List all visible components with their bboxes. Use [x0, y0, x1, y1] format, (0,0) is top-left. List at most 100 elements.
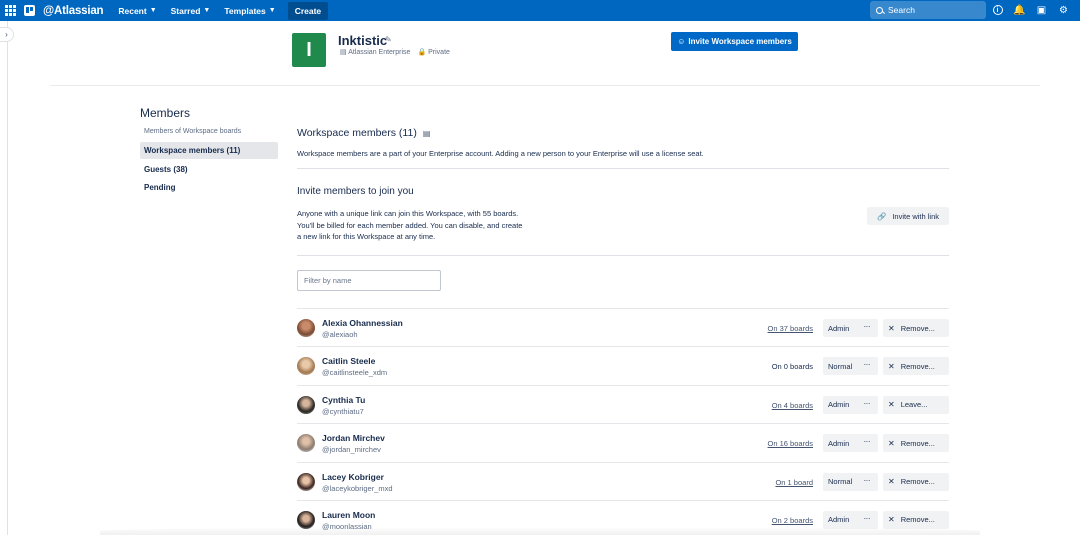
member-name[interactable]: Alexia Ohannessian: [322, 318, 403, 328]
leave-workspace-label: Leave...: [900, 400, 928, 410]
notifications-button[interactable]: 🔔: [1012, 2, 1027, 18]
members-list: Alexia Ohannessian @alexiaoh On 37 board…: [297, 308, 949, 535]
remove-member-button[interactable]: ✕ Remove...: [883, 357, 949, 376]
top-nav: @Atlassian Recent ▼ Starred ▼ Templates …: [0, 0, 1080, 21]
close-icon: ✕: [888, 477, 895, 487]
expand-sidebar-button[interactable]: ›: [0, 27, 14, 42]
remove-member-label: Remove...: [900, 361, 935, 371]
menu-item-pending[interactable]: Pending: [140, 179, 278, 196]
trello-logo-icon[interactable]: [24, 5, 35, 16]
members-title: Members: [140, 106, 191, 120]
lock-icon: 🔒: [417, 49, 427, 56]
member-role-label: Admin: [828, 400, 850, 410]
settings-button[interactable]: ⚙: [1056, 2, 1071, 18]
remove-member-label: Remove...: [900, 515, 935, 525]
chevron-down-icon: ▼: [149, 7, 157, 14]
info-button[interactable]: i: [990, 2, 1005, 18]
member-boards-link[interactable]: On 16 boards: [768, 439, 813, 448]
member-boards-link[interactable]: On 4 boards: [772, 401, 813, 410]
enterprise-icon: ▤: [340, 49, 347, 56]
avatar[interactable]: [297, 357, 315, 376]
menu-item-guests[interactable]: Guests (38): [140, 161, 278, 178]
member-role-button[interactable]: Normal ···: [823, 357, 878, 376]
remove-member-label: Remove...: [900, 323, 935, 333]
search-input[interactable]: Search: [870, 1, 986, 19]
member-role-label: Admin: [828, 515, 850, 525]
nav-starred-menu[interactable]: Starred ▼: [171, 6, 211, 16]
section-divider: [297, 255, 949, 256]
member-name[interactable]: Lacey Kobriger: [322, 472, 384, 482]
nav-templates-menu[interactable]: Templates ▼: [224, 6, 275, 16]
avatar[interactable]: [297, 434, 315, 453]
remove-member-button[interactable]: ✕ Remove...: [883, 510, 949, 529]
leave-workspace-button[interactable]: ✕ Leave...: [883, 395, 949, 414]
workspace-plan: Atlassian Enterprise: [348, 49, 411, 56]
remove-member-button[interactable]: ✕ Remove...: [883, 434, 949, 453]
menu-item-workspace-members[interactable]: Workspace members (11): [140, 142, 278, 159]
avatar[interactable]: [297, 319, 315, 337]
workspace-visibility: Private: [428, 49, 450, 56]
close-icon: ✕: [888, 515, 895, 525]
invite-desc-line: a new link for this Workspace at any tim…: [297, 232, 436, 242]
chevron-right-icon: ›: [5, 30, 8, 39]
member-role-button[interactable]: Admin ···: [823, 434, 878, 453]
table-row: Lacey Kobriger @laceykobriger_mxd On 1 b…: [297, 461, 949, 500]
more-icon: ···: [863, 513, 871, 523]
workspace-logo: I: [292, 33, 326, 67]
chevron-down-icon: ▼: [268, 7, 276, 14]
member-handle: @alexiaoh: [322, 330, 358, 339]
nav-recent-menu[interactable]: Recent ▼: [118, 6, 156, 16]
bell-icon: 🔔: [1013, 4, 1026, 16]
nav-starred-label: Starred: [170, 5, 201, 16]
invite-workspace-members-button[interactable]: ☺ Invite Workspace members: [671, 32, 798, 51]
chevron-down-icon: ▼: [203, 7, 211, 14]
app-switcher-icon[interactable]: [5, 5, 16, 16]
invite-workspace-members-label: Invite Workspace members: [688, 37, 792, 46]
more-icon: ···: [863, 360, 871, 370]
remove-member-label: Remove...: [900, 438, 935, 448]
filter-by-name-input[interactable]: [297, 270, 441, 291]
atlassian-switcher-button[interactable]: ▣: [1034, 2, 1049, 18]
member-role-label: Normal: [828, 361, 853, 371]
more-icon: ···: [863, 398, 871, 408]
pencil-icon[interactable]: ✎: [385, 35, 392, 44]
brand-name[interactable]: @Atlassian: [43, 5, 104, 17]
nav-templates-label: Templates: [224, 5, 266, 16]
remove-member-button[interactable]: ✕ Remove...: [883, 472, 949, 491]
member-name[interactable]: Jordan Mirchev: [322, 433, 385, 443]
close-icon: ✕: [888, 361, 895, 371]
close-icon: ✕: [888, 438, 895, 448]
member-name[interactable]: Caitlin Steele: [322, 356, 375, 366]
member-role-button[interactable]: Admin ···: [823, 319, 878, 337]
workspace-name: Inktistic: [338, 33, 388, 48]
avatar[interactable]: [297, 472, 315, 491]
member-role-button[interactable]: Admin ···: [823, 395, 878, 414]
link-icon: 🔗: [876, 211, 887, 221]
info-icon: i: [992, 5, 1003, 15]
add-person-icon: ☺: [677, 37, 686, 46]
member-role-label: Admin: [828, 323, 850, 333]
avatar[interactable]: [297, 510, 315, 529]
member-name[interactable]: Lauren Moon: [322, 510, 375, 520]
member-boards-link[interactable]: On 1 board: [775, 478, 813, 487]
create-button[interactable]: Create: [287, 1, 329, 20]
remove-member-button[interactable]: ✕ Remove...: [883, 319, 949, 337]
nav-menu: Recent ▼ Starred ▼ Templates ▼ Create: [118, 1, 329, 20]
member-role-button[interactable]: Normal ···: [823, 472, 878, 491]
search-placeholder: Search: [888, 5, 915, 15]
member-name[interactable]: Cynthia Tu: [322, 395, 365, 405]
member-boards-link[interactable]: On 2 boards: [772, 516, 813, 525]
avatar[interactable]: [297, 395, 315, 414]
member-role-button[interactable]: Admin ···: [823, 510, 878, 529]
member-boards-count: On 0 boards: [771, 362, 813, 372]
more-icon: ···: [863, 475, 871, 485]
table-row: Caitlin Steele @caitlinsteele_xdm On 0 b…: [297, 346, 949, 384]
invite-with-link-button[interactable]: 🔗 Invite with link: [867, 207, 949, 225]
members-subtitle: Members of Workspace boards: [144, 128, 242, 135]
section-divider: [297, 168, 949, 169]
member-boards-link[interactable]: On 37 boards: [768, 324, 813, 333]
member-handle: @laceykobriger_mxd: [322, 483, 393, 493]
search-icon: [876, 6, 883, 14]
table-row: Alexia Ohannessian @alexiaoh On 37 board…: [297, 308, 949, 346]
sidebar-rail: [0, 21, 8, 535]
